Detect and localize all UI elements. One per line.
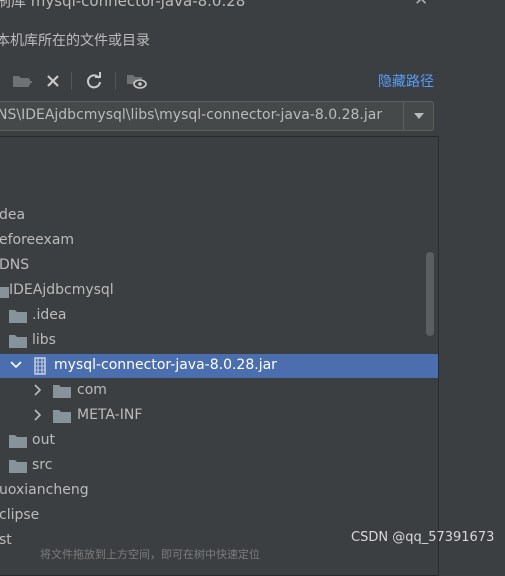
chevron-right-icon — [34, 409, 42, 421]
tree-item[interactable]: DNS — [0, 254, 438, 278]
close-icon[interactable]: ✕ — [414, 0, 428, 10]
tree-item[interactable]: IDEAjdbcmysql — [0, 279, 438, 303]
dialog-title: 刷库 mysql-connector-java-8.0.28 — [0, 0, 246, 10]
delete-icon[interactable] — [42, 70, 64, 92]
tree-item-label: clipse — [0, 507, 40, 523]
tree-item[interactable]: src — [0, 454, 438, 478]
tree-item-label: META-INF — [77, 407, 143, 423]
folder-icon — [9, 435, 27, 448]
tree-item-label: uoxiancheng — [0, 482, 89, 498]
tree-item-label: libs — [32, 332, 56, 348]
path-combobox[interactable]: NS\IDEAjdbcmysql\libs\mysql-connector-ja… — [0, 101, 434, 131]
tree-item-label: dea — [0, 207, 26, 223]
folder-icon — [53, 385, 71, 398]
tree-item-label: IDEAjdbcmysql — [9, 282, 114, 298]
path-input[interactable]: NS\IDEAjdbcmysql\libs\mysql-connector-ja… — [0, 107, 382, 123]
toolbar-separator — [71, 72, 72, 90]
tree-item-label: eforeexam — [0, 232, 75, 248]
file-tree[interactable]: dea eforeexam DNS IDEAjdbcmysql .idea li… — [0, 136, 439, 576]
tree-item-label: com — [77, 382, 107, 398]
folder-icon — [9, 310, 27, 323]
toolbar-separator — [115, 72, 116, 90]
new-folder-icon[interactable] — [10, 70, 34, 92]
watermark: CSDN @qq_57391673 — [351, 530, 495, 545]
tree-item[interactable]: uoxiancheng — [0, 479, 438, 503]
chevron-down-icon — [10, 361, 22, 369]
refresh-icon[interactable] — [82, 70, 106, 92]
tree-item-label: mysql-connector-java-8.0.28.jar — [54, 357, 277, 373]
chevron-down-icon — [414, 113, 424, 119]
scrollbar-thumb[interactable] — [426, 252, 434, 336]
tree-item-label: out — [32, 432, 55, 448]
tree-item-label: st — [0, 532, 12, 548]
tree-item-label: src — [32, 457, 53, 473]
drag-drop-hint: 将文件拖放到上方空间，即可在树中快速定位 — [40, 548, 260, 561]
show-hidden-icon[interactable] — [124, 70, 150, 92]
tree-item[interactable]: clipse — [0, 504, 438, 528]
tree-item[interactable]: com — [0, 379, 438, 403]
tree-item[interactable]: dea — [0, 204, 438, 228]
chevron-right-icon — [34, 384, 42, 396]
folder-icon — [9, 460, 27, 473]
tree-item[interactable]: .idea — [0, 304, 438, 328]
hide-path-link[interactable]: 隐藏路径 — [378, 71, 434, 91]
jar-icon — [34, 357, 46, 375]
folder-icon — [9, 335, 27, 348]
tree-item-label: .idea — [32, 307, 67, 323]
folder-icon — [53, 410, 71, 423]
dialog-description: 本机库所在的文件或目录 — [0, 33, 150, 49]
tree-item[interactable]: META-INF — [0, 404, 438, 428]
tree-item-selected[interactable]: mysql-connector-java-8.0.28.jar — [0, 354, 438, 378]
toolbar: 隐藏路径 — [0, 66, 505, 96]
tree-item[interactable]: out — [0, 429, 438, 453]
tree-item[interactable]: eforeexam — [0, 229, 438, 253]
folder-icon — [0, 287, 9, 298]
dropdown-button[interactable] — [403, 102, 434, 130]
tree-item[interactable]: libs — [0, 329, 438, 353]
tree-item-label: DNS — [0, 257, 30, 273]
